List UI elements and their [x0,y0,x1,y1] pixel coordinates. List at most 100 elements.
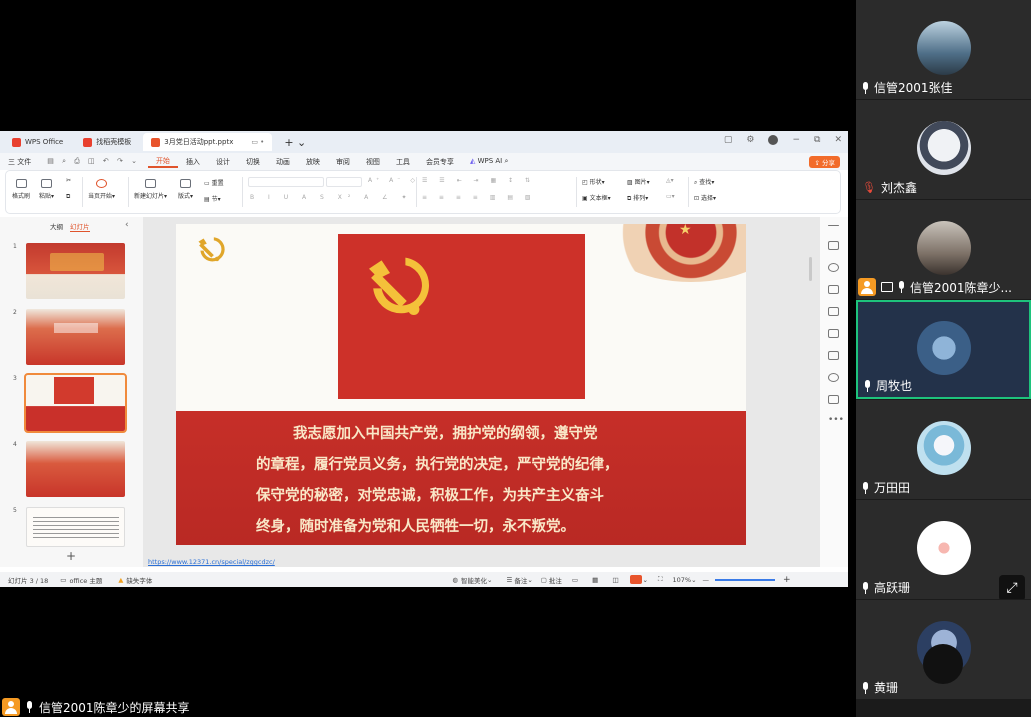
slide-thumbnail-1[interactable] [26,243,125,299]
share-button[interactable]: ⇪ 分享 [809,156,840,168]
view-mode-icons[interactable]: ▭ ▦ ◫ [572,576,625,584]
slide-thumbnail-4[interactable] [26,441,125,497]
find-button[interactable]: ⌕ 查找▾ [694,177,714,187]
more-icon[interactable]: ••• [828,415,844,425]
participant-tile[interactable]: 高跃珊 ⤢ [856,500,1031,599]
chevron-down-icon[interactable]: ⌄ [642,576,647,584]
fill-color-button[interactable]: ◬▾ [666,177,674,184]
menu-review[interactable]: 审阅 [328,157,358,167]
font-format-icons[interactable]: B I U A S X² A ∠ ✦ [250,194,412,201]
current-slide[interactable]: ★ 我志愿加入中国共产党，拥护党的纲领，遵守党 的章程，履行党员义务，执行党的决… [176,224,746,545]
chevron-down-icon[interactable]: ⌄ [691,576,696,584]
menu-slideshow[interactable]: 放映 [298,157,328,167]
tab-wps-office[interactable]: WPS Office [4,133,71,151]
fit-icon[interactable]: ⛶ [658,575,663,584]
notes-button[interactable]: 备注 [514,575,527,585]
slide-notes-link[interactable]: https://www.12371.cn/special/zggcdzc/ [148,558,275,566]
close-tab-icon[interactable]: ▭ • [251,138,264,146]
beautify-button[interactable]: 智能美化 [461,575,487,585]
tab-slides[interactable]: 幻灯片 [70,221,90,232]
avatar[interactable] [768,135,779,145]
theme-label[interactable]: office 主题 [69,575,102,585]
menu-file[interactable]: 三 文件 [0,157,39,167]
section-button[interactable]: ▤ 节▾ [204,194,221,203]
participant-tile-active[interactable]: 周牧也 [856,300,1031,399]
new-slide-button[interactable]: 新建幻灯片▾ [134,179,167,200]
restore-icon[interactable]: ▢ [724,135,733,145]
menu-view[interactable]: 视图 [358,157,388,167]
paste-button[interactable]: 粘贴▾ [39,179,54,200]
collapse-pane-icon[interactable]: ‹ [125,220,129,230]
slide-thumbnail-3[interactable] [24,373,127,433]
zoom-level[interactable]: 107% [673,576,692,584]
align-icons[interactable]: ≡ ≡ ≡ ≡ ▥ ▤ ▧ [422,194,536,201]
avatar [917,221,971,275]
new-tab-button[interactable]: + ⌄ [276,133,314,151]
image-icon[interactable] [828,307,839,316]
paragraph-icons[interactable]: ☰ ☰ ⇤ ⇥ ▦ ↕ ⇅ [422,177,535,184]
menu-insert[interactable]: 插入 [178,157,208,167]
magic-icon[interactable] [828,329,839,338]
format-painter-button[interactable]: 格式刷 [12,179,30,200]
settings-icon[interactable] [828,395,839,404]
outline-color-button[interactable]: ▭▾ [666,193,675,200]
canvas-scrollbar[interactable] [809,257,812,281]
quick-toolbar-icons[interactable]: ▤ ⌕ ⎙ ◫ ↶ ↷ ⌄ [39,157,148,166]
participant-tile[interactable]: 🎙︎ 刘杰鑫 [856,100,1031,199]
picture-button[interactable]: ▨ 图片▾ [627,177,650,186]
expand-icon[interactable]: ⤢ [999,575,1025,599]
zoom-in-button[interactable]: + [783,575,791,585]
minimize-icon[interactable]: − [792,135,800,145]
search-icon[interactable]: ⌕ [504,157,508,165]
cut-icon[interactable]: ✂ [66,177,71,184]
settings-icon[interactable]: ⚙ [746,135,754,145]
menu-tools[interactable]: 工具 [388,157,418,167]
frame-icon[interactable] [828,351,839,360]
layout-button[interactable]: 版式▾ [178,179,193,200]
maximize-icon[interactable]: ⧉ [814,135,820,145]
textbox-button[interactable]: ▣ 文本框▾ [582,193,611,202]
slide-thumbnail-2[interactable] [26,309,125,365]
menu-design[interactable]: 设计 [208,157,238,167]
menu-wps-ai[interactable]: ◭ WPS AI ⌕ [462,157,516,166]
star-outline-icon[interactable] [828,263,839,272]
participant-tile[interactable]: 信管2001张佳 [856,0,1031,99]
shape-button[interactable]: ◰ 形状▾ [582,177,605,186]
adjust-icon[interactable] [828,241,839,250]
select-button[interactable]: ⊡ 选择▾ [694,193,716,202]
zoom-out-button[interactable]: — [703,576,710,584]
missing-font-label[interactable]: 缺失字体 [126,575,152,585]
play-from-current-button[interactable]: 当页开始▾ [88,179,115,200]
minus-icon[interactable] [828,225,839,226]
close-icon[interactable]: ✕ [834,135,842,145]
menu-transition[interactable]: 切换 [238,157,268,167]
participant-tile[interactable]: 信管2001陈章少... [856,200,1031,299]
font-family-select[interactable] [248,177,324,187]
menu-home[interactable]: 开始 [147,156,178,168]
zoom-slider[interactable] [715,578,776,581]
add-slide-button[interactable]: + [66,549,76,563]
copy-icon[interactable]: ⧉ [66,193,70,201]
tab-current-ppt[interactable]: 3月党日活动ppt.pptx ▭ • [143,133,273,151]
participant-tile[interactable]: 黄珊 [856,600,1031,699]
tab-outline[interactable]: 大纲 [50,221,63,231]
menu-animation[interactable]: 动画 [268,157,298,167]
font-size-icons[interactable]: A⁺ A⁻ ◇ [368,177,419,184]
help-icon[interactable] [828,373,839,382]
ppt-file-icon [151,137,161,147]
chevron-down-icon[interactable]: ⌄ [527,576,532,584]
slide-thumbnail-5[interactable] [26,507,125,547]
ribbon-label: 节 [211,196,218,203]
arrange-button[interactable]: ⧉ 排列▾ [627,193,648,203]
screen-share-icon [881,282,893,292]
menu-member[interactable]: 会员专享 [418,157,462,167]
copy-icon[interactable] [828,285,839,294]
reset-button[interactable]: ▭ 重置 [204,178,224,187]
microphone-large-icon[interactable] [923,644,963,684]
chevron-down-icon[interactable]: ⌄ [487,576,492,584]
tab-template[interactable]: 找稻壳模板 [75,133,139,151]
font-size-select[interactable] [326,177,362,187]
comments-button[interactable]: 批注 [549,575,562,585]
play-slideshow-button[interactable] [630,575,643,584]
participant-tile[interactable]: 万田田 [856,400,1031,499]
